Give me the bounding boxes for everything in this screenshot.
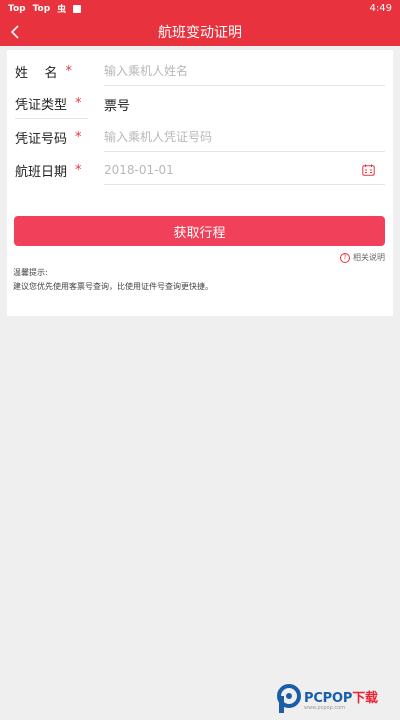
doc-type-select[interactable]: 票号 xyxy=(104,89,385,119)
form-card: 姓 名 * 输入乘机人姓名 凭证类型 * 票号 凭证号码 * 输入乘机人凭证号码… xyxy=(7,50,393,316)
required-mark: * xyxy=(75,162,82,178)
doc-type-label: 凭证类型 * xyxy=(15,89,88,119)
status-app-icon-3: 虫 xyxy=(57,5,67,15)
status-time: 4:49 xyxy=(369,3,392,14)
calendar-icon xyxy=(362,164,375,176)
name-label-text: 姓 名 xyxy=(15,65,58,81)
doc-number-input[interactable]: 输入乘机人凭证号码 xyxy=(104,122,385,152)
doc-number-label-text: 凭证号码 xyxy=(15,131,68,147)
back-arrow-icon xyxy=(10,25,19,39)
required-mark: * xyxy=(75,129,82,145)
get-itinerary-button[interactable]: 获取行程 xyxy=(14,216,385,246)
watermark-brand-part1: PCPOP xyxy=(304,691,353,706)
back-button[interactable] xyxy=(4,21,26,43)
notification-icon xyxy=(73,4,82,13)
pcpop-logo-icon xyxy=(277,684,301,713)
flight-date-input[interactable]: 2018-01-01 xyxy=(104,155,385,185)
nav-bar: 航班变动证明 xyxy=(0,17,400,46)
flight-date-row: 航班日期 * 2018-01-01 xyxy=(15,155,385,185)
watermark: PCPOP下载 www.pcpop.com xyxy=(276,683,398,715)
status-app-icon-1: Top xyxy=(8,3,26,14)
watermark-text: PCPOP下载 www.pcpop.com xyxy=(304,687,378,711)
flight-date-label-text: 航班日期 xyxy=(15,164,68,180)
help-circle-icon: ? xyxy=(340,252,350,263)
help-link-label: 相关说明 xyxy=(353,253,385,262)
name-label: 姓 名 * xyxy=(15,56,88,86)
status-bar: Top Top 虫 4:49 xyxy=(0,0,400,17)
required-mark: * xyxy=(65,63,73,79)
doc-number-row: 凭证号码 * 输入乘机人凭证号码 xyxy=(15,122,385,152)
status-bar-left: Top Top 虫 xyxy=(8,2,82,15)
name-input[interactable]: 输入乘机人姓名 xyxy=(104,56,385,86)
tips-title: 温馨提示: xyxy=(13,268,48,277)
doc-type-label-text: 凭证类型 xyxy=(15,98,68,113)
calendar-button[interactable] xyxy=(362,164,375,176)
watermark-subtitle: www.pcpop.com xyxy=(304,705,345,711)
tips-text: 建议您优先使用客票号查询，比使用证件号查询更快捷。 xyxy=(13,282,213,291)
watermark-brand-part2: 下载 xyxy=(352,691,378,706)
name-row: 姓 名 * 输入乘机人姓名 xyxy=(15,56,385,86)
doc-number-label: 凭证号码 * xyxy=(15,122,88,152)
watermark-brand: PCPOP下载 xyxy=(304,687,378,706)
status-app-icon-2: Top xyxy=(32,3,51,14)
page-title: 航班变动证明 xyxy=(158,24,242,41)
required-mark: * xyxy=(75,96,82,111)
flight-date-label: 航班日期 * xyxy=(15,155,88,185)
help-link[interactable]: ? 相关说明 xyxy=(340,252,385,263)
doc-type-row: 凭证类型 * 票号 xyxy=(15,89,385,119)
flight-date-placeholder: 2018-01-01 xyxy=(104,162,174,177)
